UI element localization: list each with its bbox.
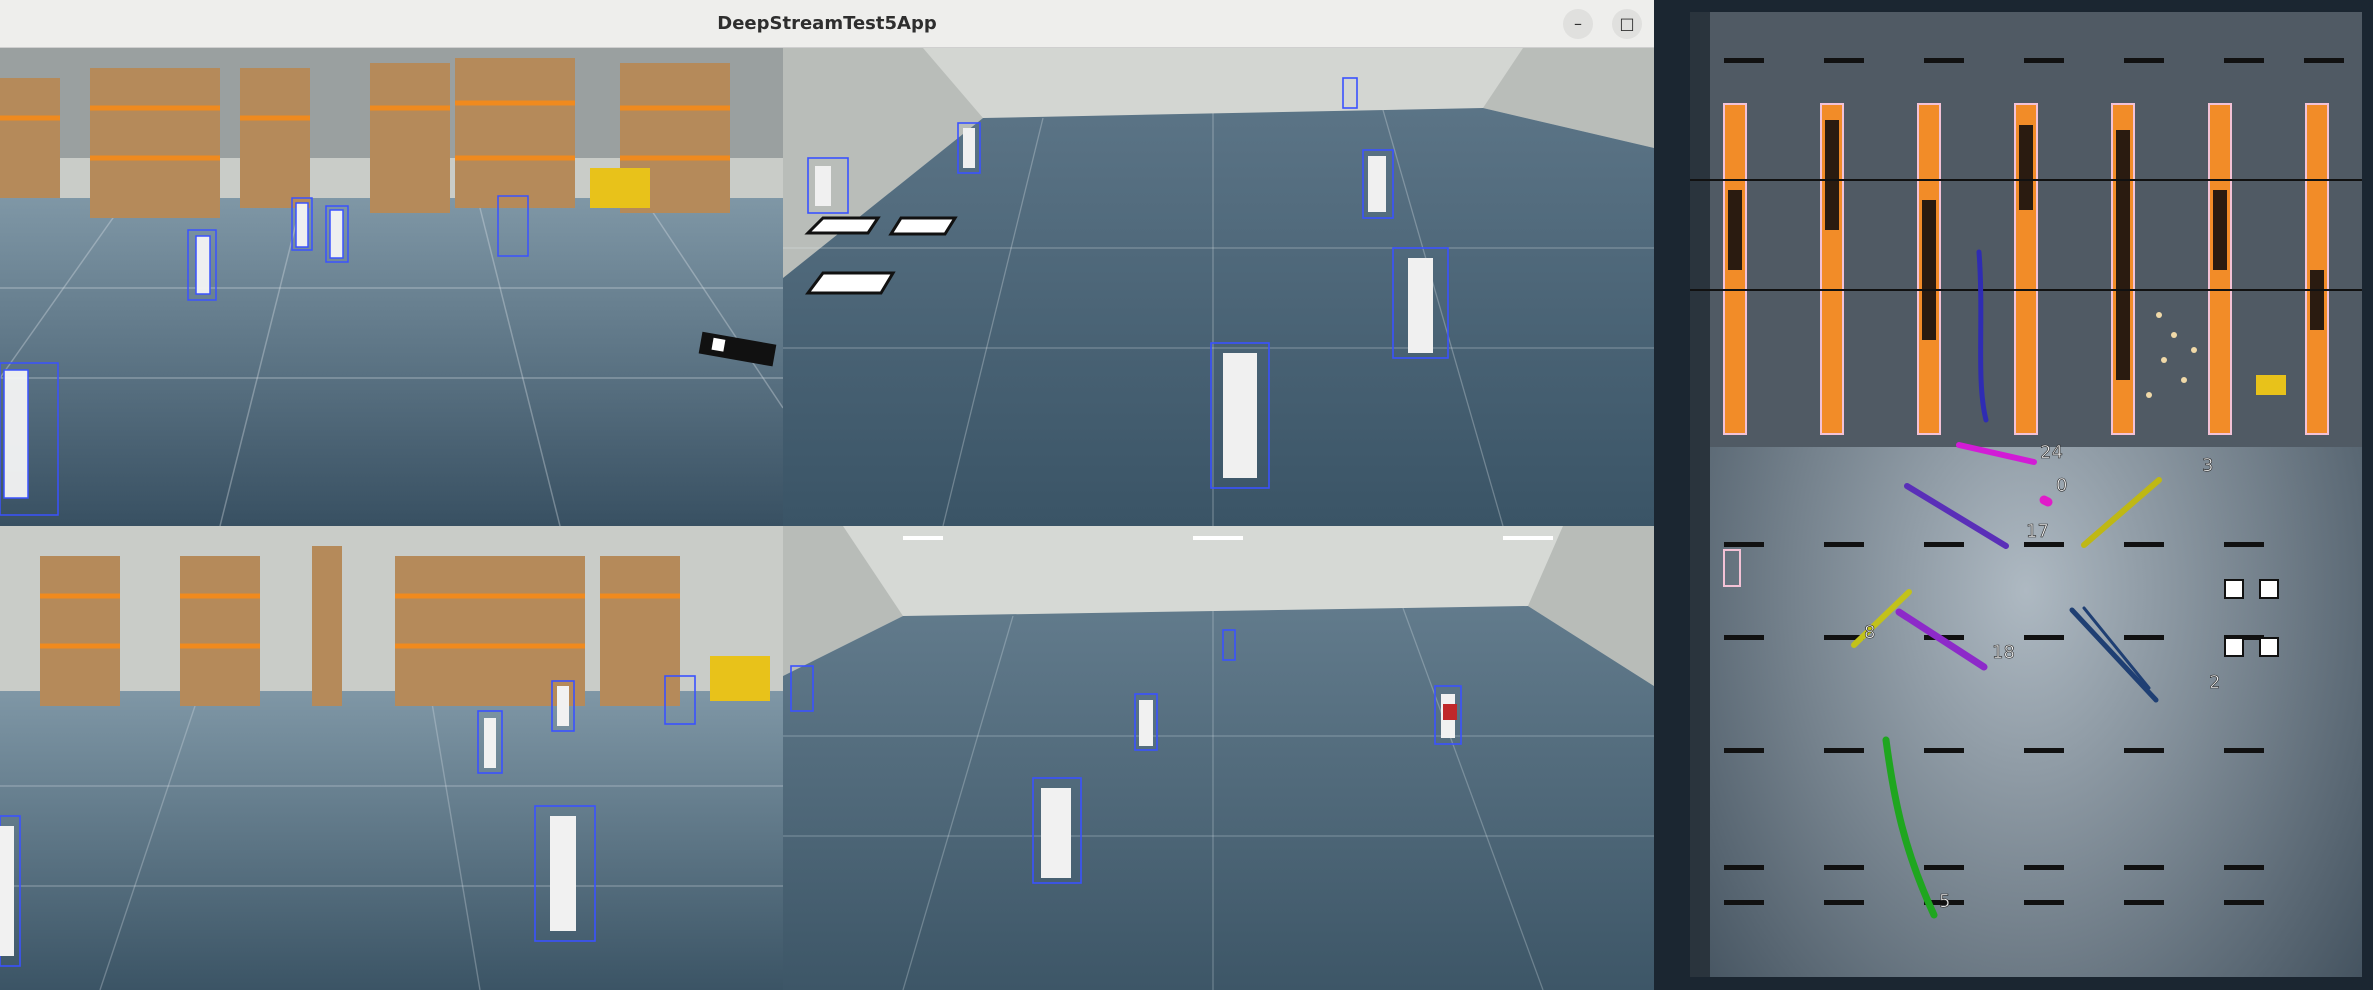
track-label: 0 [2056, 475, 2067, 496]
camera-view-1 [0, 48, 783, 526]
deepstream-app-window: DeepStreamTest5App – □ [0, 0, 1654, 990]
maximize-button[interactable]: □ [1612, 9, 1642, 39]
track-label: 2 [2209, 672, 2220, 693]
window-title: DeepStreamTest5App [717, 13, 937, 34]
minimize-button[interactable]: – [1563, 9, 1593, 39]
tracking-map: 24 0 3 17 8 18 2 5 [1654, 0, 2373, 990]
track-label: 17 [2026, 521, 2049, 542]
camera-view-4 [783, 526, 1654, 990]
window-titlebar[interactable]: DeepStreamTest5App – □ [0, 0, 1654, 48]
minimize-icon: – [1574, 14, 1582, 33]
track-label: 5 [1939, 891, 1950, 912]
track-label: 3 [2202, 455, 2213, 476]
camera-view-3 [0, 526, 783, 990]
track-label: 8 [1864, 622, 1875, 643]
track-label: 18 [1992, 642, 2015, 663]
track-label: 24 [2040, 442, 2063, 463]
camera-view-2 [783, 48, 1654, 526]
maximize-icon: □ [1619, 14, 1635, 33]
